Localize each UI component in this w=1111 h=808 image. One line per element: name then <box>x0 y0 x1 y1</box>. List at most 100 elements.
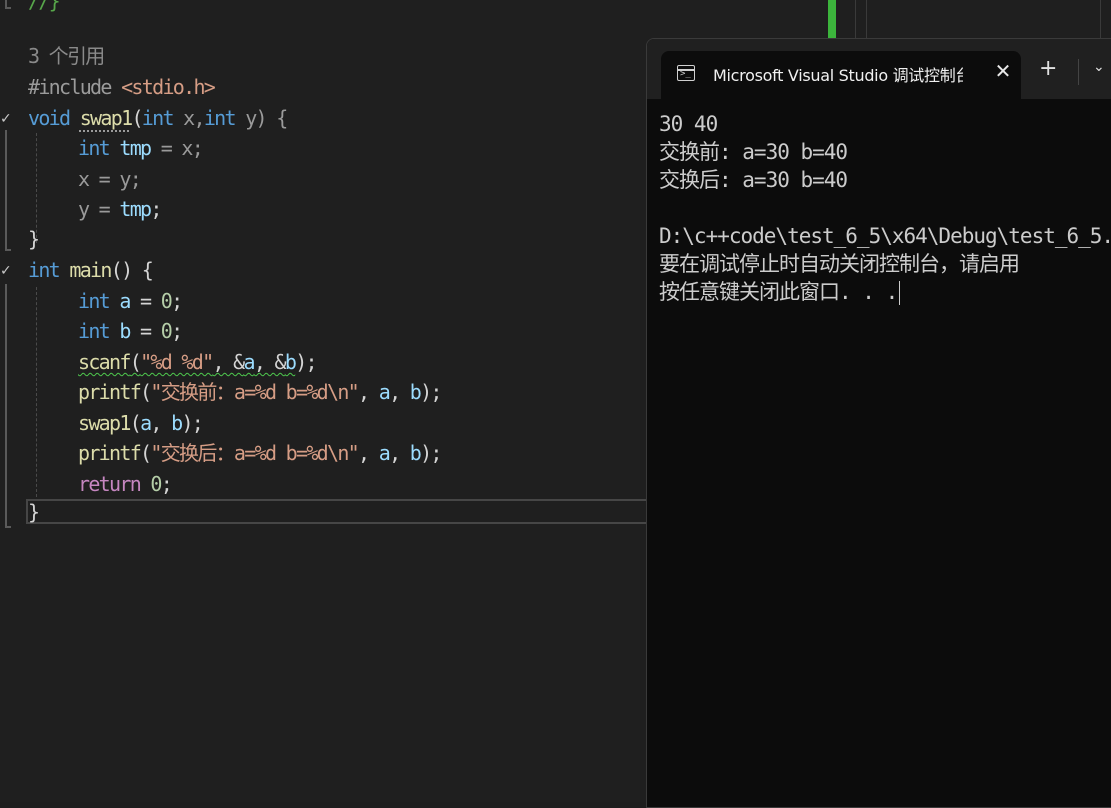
variable: tmp <box>119 197 152 221</box>
variable: tmp <box>109 136 152 160</box>
console-output-line: D:\c++code\test_6_5\x64\Debug\test_6_5.e… <box>659 224 1111 248</box>
punctuation: , <box>358 380 379 404</box>
parameter: x, <box>172 106 205 130</box>
console-output-line: 交换后: a=30 b=40 <box>659 168 848 192</box>
terminal-icon: >_ <box>677 65 695 81</box>
punctuation: ); <box>181 411 203 435</box>
code-line-close-brace-main[interactable]: } <box>28 497 40 527</box>
keyword: int <box>141 106 175 130</box>
include-file: <stdio.h> <box>121 75 216 99</box>
editor-divider <box>855 0 856 38</box>
change-indicator <box>828 0 836 38</box>
punctuation: = <box>129 289 161 313</box>
punctuation: = <box>129 319 161 343</box>
preprocessor-directive: #include <box>28 75 112 99</box>
editor-divider <box>1100 0 1101 38</box>
code-line-close-brace[interactable]: } <box>28 224 40 254</box>
punctuation: ( <box>129 350 142 374</box>
string-literal: "交换前：a=%d b=%d\n" <box>150 380 359 404</box>
punctuation: } <box>28 500 40 524</box>
code-line-include[interactable]: #include <stdio.h> <box>28 72 216 102</box>
console-output-line: 交换前: a=30 b=40 <box>659 140 848 164</box>
indent-guide <box>36 287 37 497</box>
punctuation: ); <box>420 441 442 465</box>
code-line-return[interactable]: return 0; <box>78 469 173 499</box>
code-line-y-assign[interactable]: y = tmp; <box>78 194 163 224</box>
code-text: = x; <box>150 136 204 160</box>
close-tab-button[interactable]: ✕ <box>991 59 1015 83</box>
editor-divider <box>866 0 867 38</box>
string-literal: "交换后：a=%d b=%d\n" <box>150 441 359 465</box>
function-name: printf <box>78 441 142 465</box>
console-output-line: 按任意键关闭此窗口. . . <box>659 278 1111 306</box>
code-line-scanf[interactable]: scanf("%d %d", &a, &b); <box>78 347 318 377</box>
code-line-main-decl[interactable]: int main() { <box>28 255 154 285</box>
chevron-down-icon[interactable]: ⌄ <box>1093 59 1105 75</box>
function-name: swap1 <box>79 106 133 130</box>
code-line-x-assign[interactable]: x = y; <box>78 164 142 194</box>
code-line-swap-call[interactable]: swap1(a, b); <box>78 408 204 438</box>
punctuation: () { <box>110 258 154 282</box>
current-line-highlight <box>26 499 666 524</box>
parameter: y) { <box>234 106 288 130</box>
variable: a <box>378 441 391 465</box>
fold-guide <box>5 284 7 528</box>
code-line-swap-decl[interactable]: void swap1(int x,int y) { <box>28 103 288 133</box>
codelens-references[interactable]: 3 个引用 <box>28 41 105 71</box>
punctuation: , & <box>253 350 287 374</box>
variable: b <box>284 350 297 374</box>
keyword: int <box>78 289 111 313</box>
keyword: int <box>203 106 237 130</box>
variable: b <box>409 380 422 404</box>
function-name: main <box>59 258 112 282</box>
keyword: int <box>28 258 61 282</box>
variable: b <box>409 441 422 465</box>
code-line-int-a[interactable]: int a = 0; <box>78 286 183 316</box>
new-tab-button[interactable]: + <box>1039 57 1057 81</box>
punctuation: ( <box>140 380 152 404</box>
fold-guide <box>5 7 11 9</box>
punctuation: ; <box>171 319 183 343</box>
console-titlebar[interactable]: >_ Microsoft Visual Studio 调试控制台 ✕ + ⌄ <box>647 39 1111 99</box>
punctuation: , & <box>212 350 245 374</box>
keyword: return <box>78 472 142 496</box>
number-literal: 0 <box>140 472 162 496</box>
code-line-int-b[interactable]: int b = 0; <box>78 316 183 346</box>
number-literal: 0 <box>160 319 173 343</box>
variable: a <box>140 411 152 435</box>
variable: b <box>109 319 131 343</box>
console-output-line: 要在调试停止时自动关闭控制台，请启用 <box>659 252 1020 276</box>
function-name: printf <box>78 380 142 404</box>
console-tab[interactable]: >_ Microsoft Visual Studio 调试控制台 ✕ <box>661 51 1021 99</box>
titlebar-divider <box>1078 59 1079 85</box>
keyword: int <box>78 136 111 160</box>
number-literal: 0 <box>160 289 173 313</box>
code-line-printf-after[interactable]: printf("交换后：a=%d b=%d\n", a, b); <box>78 438 442 468</box>
punctuation: , <box>150 411 172 435</box>
punctuation: } <box>28 227 40 251</box>
punctuation: ( <box>131 106 143 130</box>
debug-console-window[interactable]: >_ Microsoft Visual Studio 调试控制台 ✕ + ⌄ 3… <box>646 38 1111 808</box>
punctuation: ; <box>160 472 173 496</box>
fold-guide <box>5 130 7 250</box>
punctuation: ( <box>140 441 152 465</box>
console-output[interactable]: 30 40 交换前: a=30 b=40 交换后: a=30 b=40 D:\c… <box>659 110 1111 306</box>
variable: a <box>243 350 255 374</box>
fold-collapse-icon[interactable]: ✓ <box>0 111 12 127</box>
code-line-printf-before[interactable]: printf("交换前：a=%d b=%d\n", a, b); <box>78 377 442 407</box>
fold-guide <box>5 526 11 528</box>
text-cursor <box>899 281 901 305</box>
console-prompt-text: 按任意键关闭此窗口. . . <box>659 280 898 304</box>
fold-collapse-icon[interactable]: ✓ <box>0 263 12 279</box>
punctuation: , <box>389 441 410 465</box>
punctuation: ( <box>129 411 142 435</box>
punctuation: , <box>358 441 379 465</box>
code-line-tmp[interactable]: int tmp = x; <box>78 133 204 163</box>
function-name: scanf <box>78 350 131 374</box>
punctuation: ); <box>420 380 442 404</box>
punctuation: ; <box>171 289 183 313</box>
variable: b <box>171 411 183 435</box>
console-output-line: 30 40 <box>659 112 718 136</box>
punctuation: ; <box>150 197 162 221</box>
